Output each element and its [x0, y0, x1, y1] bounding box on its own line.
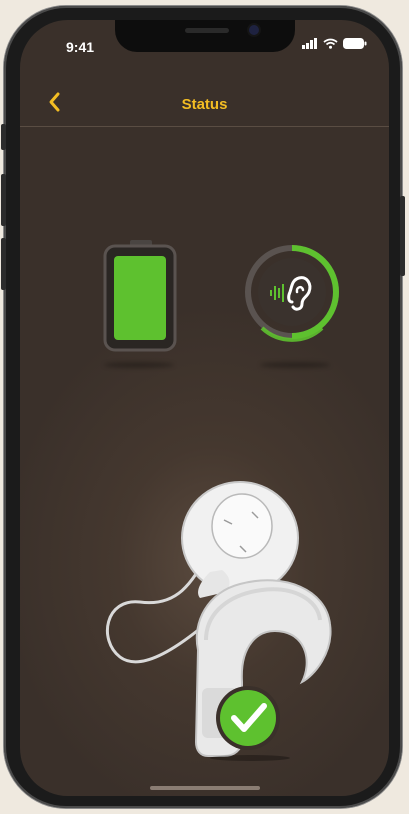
status-icons [302, 38, 367, 49]
checkmark-icon [216, 686, 280, 750]
phone-frame: 9:41 Status [1, 6, 405, 808]
battery-status-icon [343, 38, 367, 49]
app-screen: 9:41 Status [20, 20, 389, 796]
hearing-indicator [242, 240, 342, 368]
status-time: 9:41 [66, 39, 95, 55]
volume-down-button [1, 238, 6, 290]
home-indicator[interactable] [150, 786, 260, 790]
speaker-grille [185, 28, 229, 33]
battery-icon [103, 240, 177, 352]
volume-up-button [1, 174, 6, 226]
page-title: Status [181, 96, 228, 113]
nav-header: Status [20, 86, 389, 127]
hearing-ring [245, 245, 339, 342]
notch [115, 20, 295, 52]
sound-processor-image [105, 481, 332, 761]
battery-shadow [104, 362, 174, 368]
signal-icon [302, 38, 317, 49]
wifi-icon [323, 38, 338, 49]
mute-switch [1, 124, 6, 150]
hearing-shadow [260, 362, 330, 368]
power-button [400, 196, 405, 276]
battery-indicator [100, 240, 180, 368]
front-camera [249, 25, 259, 35]
